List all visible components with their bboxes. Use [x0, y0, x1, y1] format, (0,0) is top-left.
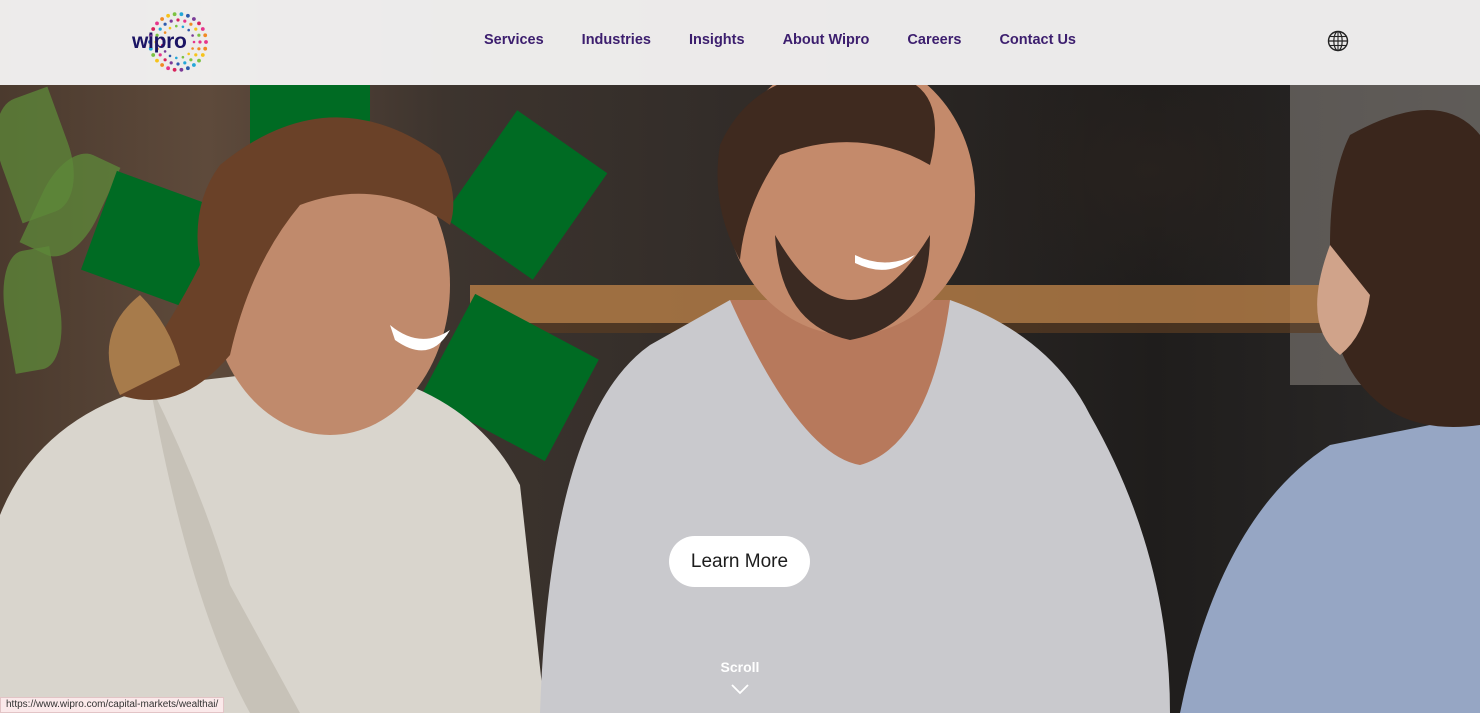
logo-dot — [176, 18, 180, 22]
logo-dot — [197, 21, 201, 26]
logo-dot — [183, 61, 187, 65]
logo-text: wipro — [132, 30, 187, 53]
logo-dot — [179, 67, 184, 72]
logo-dot — [169, 19, 173, 23]
logo-dot — [160, 63, 164, 67]
logo-dot — [168, 54, 172, 58]
logo-dot — [181, 25, 185, 29]
logo-dot — [163, 58, 167, 62]
logo-dot — [200, 27, 205, 31]
hero-image — [0, 0, 1480, 713]
logo-dot — [155, 21, 159, 26]
logo-dot — [166, 66, 170, 71]
logo-dot — [176, 62, 180, 66]
learn-more-button[interactable]: Learn More — [669, 536, 810, 587]
logo-dot — [172, 67, 177, 72]
logo-dot — [186, 13, 190, 18]
logo-dot — [192, 17, 196, 21]
logo-dot — [179, 12, 184, 17]
nav-item-careers[interactable]: Careers — [907, 32, 961, 48]
logo-dot — [194, 27, 198, 31]
logo-dot — [197, 47, 201, 51]
logo-dot — [155, 58, 159, 63]
logo-dot — [200, 53, 205, 57]
logo-dot — [169, 61, 173, 65]
nav-item-insights[interactable]: Insights — [689, 32, 745, 48]
logo-dot — [172, 12, 177, 17]
logo-dot — [191, 47, 194, 50]
scroll-indicator[interactable]: Scroll — [700, 659, 780, 695]
scroll-label: Scroll — [720, 659, 760, 675]
main-nav: Services Industries Insights About Wipro… — [484, 32, 1114, 48]
logo-dot — [203, 46, 208, 51]
logo-dot — [187, 52, 190, 56]
logo-dot — [186, 66, 190, 71]
logo-dot — [181, 55, 185, 59]
logo-dot — [163, 22, 167, 26]
nav-item-about-wipro[interactable]: About Wipro — [783, 32, 870, 48]
person-right — [1180, 110, 1480, 713]
logo-dot — [191, 34, 194, 37]
person-left — [0, 117, 545, 713]
logo-dot — [189, 22, 193, 26]
logo-dot — [192, 40, 196, 44]
logo-dot — [160, 17, 164, 21]
site-header: wipro Services Industries Insights About… — [0, 0, 1480, 85]
logo-dot — [175, 56, 178, 60]
nav-item-industries[interactable]: Industries — [582, 32, 651, 48]
logo-dot — [187, 28, 190, 32]
logo-dot — [194, 53, 198, 57]
status-bar-url: https://www.wipro.com/capital-markets/we… — [0, 697, 225, 713]
nav-item-services[interactable]: Services — [484, 32, 544, 48]
logo-dot — [183, 19, 187, 23]
logo-dot — [175, 24, 178, 28]
logo-dot — [166, 13, 170, 18]
person-middle — [540, 85, 1170, 713]
logo-dot — [197, 33, 201, 37]
logo-dot — [198, 40, 202, 44]
logo-dot — [203, 33, 208, 38]
nav-item-contact-us[interactable]: Contact Us — [999, 32, 1076, 48]
logo-dot — [192, 63, 196, 67]
logo-dot — [204, 40, 208, 44]
logo-dot — [168, 26, 172, 30]
globe-icon[interactable] — [1327, 30, 1349, 52]
chevron-down-icon — [731, 684, 749, 695]
logo-dot — [189, 58, 193, 62]
wipro-logo[interactable]: wipro — [128, 10, 210, 74]
logo-dot — [197, 58, 201, 63]
